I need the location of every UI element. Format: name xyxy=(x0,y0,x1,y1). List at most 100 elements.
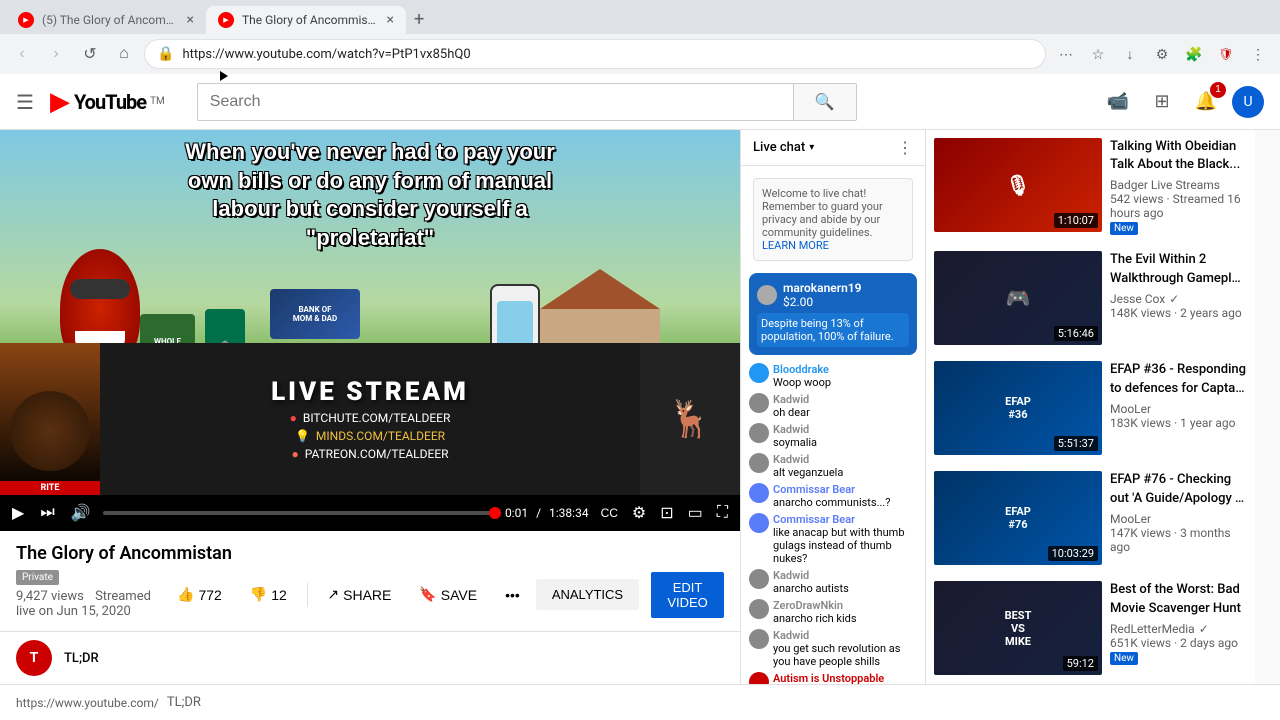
address-bar[interactable]: 🔒 https://www.youtube.com/watch?v=PtP1vx… xyxy=(144,39,1046,69)
action-separator xyxy=(307,583,308,607)
chat-msg-blooddrake: Blooddrake Woop woop xyxy=(749,363,917,389)
user-avatar[interactable]: U xyxy=(1232,86,1264,118)
rec-info-4: EFAP #76 - Checking out 'A Guide/Apology… xyxy=(1110,471,1247,565)
tab-close-1[interactable]: × xyxy=(187,12,194,28)
rec-item-2[interactable]: 5:16:46 🎮 The Evil Within 2 Walkthrough … xyxy=(926,243,1255,353)
more-tools-button[interactable]: ⋮ xyxy=(1244,40,1272,68)
rec-item-1[interactable]: 1:10:07 🎙 Talking With Obeidian Talk Abo… xyxy=(926,130,1255,243)
more-icon: ••• xyxy=(505,587,520,603)
theater-mode-button[interactable]: ▭ xyxy=(684,499,707,527)
rec-thumb-1: 1:10:07 🎙 xyxy=(934,138,1102,232)
forward-button[interactable]: › xyxy=(42,40,70,68)
rec-item-4[interactable]: 10:03:29 EFAP#76 EFAP #76 - Checking out… xyxy=(926,463,1255,573)
search-button[interactable]: 🔍 xyxy=(793,83,857,121)
msg-avatar-10 xyxy=(749,672,769,684)
msg-avatar-2 xyxy=(749,393,769,413)
video-camera-icon[interactable]: 📹 xyxy=(1100,84,1136,120)
time-current: 0:01 xyxy=(505,506,528,520)
chat-msg-content-8: ZeroDrawNkin anarcho rich kids xyxy=(773,599,857,625)
miniplayer-button[interactable]: ⊡ xyxy=(656,499,677,527)
msg-avatar-9 xyxy=(749,629,769,649)
tab-close-2[interactable]: × xyxy=(387,12,394,28)
volume-button[interactable]: 🔊 xyxy=(67,499,95,527)
chat-msg-autism1: Autism is Unstoppable Secretary of Akkad… xyxy=(749,672,917,684)
stream-banner-area: RITE LIVE STREAM ● BITCHUTE.COM/TEALDEER… xyxy=(0,343,740,495)
learn-more-link[interactable]: LEARN MORE xyxy=(762,239,829,252)
rec-new-badge-5: New xyxy=(1110,652,1138,665)
next-button[interactable]: ⏭ xyxy=(36,500,58,526)
tab-inactive[interactable]: (5) The Glory of Ancommistan × xyxy=(6,6,206,34)
content-area: When you've never had to pay your own bi… xyxy=(0,130,1280,684)
rec-title-2: The Evil Within 2 Walkthrough Gameplay P… xyxy=(1110,251,1247,287)
save-button[interactable]: 🔖 SAVE xyxy=(407,578,489,611)
toolbar-icons: ⋯ ☆ ↓ ⚙ 🧩 🛡 ⋮ xyxy=(1052,40,1272,68)
rec-item-3[interactable]: 5:51:37 EFAP#36 EFAP #36 - Responding to… xyxy=(926,353,1255,463)
adblock-icon[interactable]: 🛡 xyxy=(1212,40,1240,68)
like-button[interactable]: 👍 772 xyxy=(165,578,234,611)
rec-title-1: Talking With Obeidian Talk About the Bla… xyxy=(1110,138,1247,174)
extensions-icon[interactable]: 🧩 xyxy=(1180,40,1208,68)
bookmark-button[interactable]: ☆ xyxy=(1084,40,1112,68)
dislike-button[interactable]: 👎 12 xyxy=(238,578,299,611)
channel-avatar[interactable]: T xyxy=(16,640,52,676)
rec-title-3: EFAP #36 - Responding to defences for Ca… xyxy=(1110,361,1247,397)
settings-button[interactable]: ⚙ xyxy=(1148,40,1176,68)
stream-text-center: LIVE STREAM ● BITCHUTE.COM/TEALDEER 💡 MI… xyxy=(100,377,640,461)
chat-more-icon[interactable]: ⋮ xyxy=(897,138,913,157)
more-actions-button[interactable]: ••• xyxy=(493,579,532,611)
edit-video-button[interactable]: EDIT VIDEO xyxy=(651,572,724,618)
live-stream-label: LIVE STREAM xyxy=(271,377,469,407)
like-count: 772 xyxy=(198,587,221,603)
rec-channel-4: MooLer xyxy=(1110,512,1247,526)
chat-messages: Welcome to live chat! Remember to guard … xyxy=(741,166,925,684)
rec-views-3: 183K views · 1 year ago xyxy=(1110,416,1247,430)
rec-title-5: Best of the Worst: Bad Movie Scavenger H… xyxy=(1110,581,1247,617)
channel-name[interactable]: TL;DR xyxy=(64,651,99,666)
chat-msg-user-1: Blooddrake xyxy=(773,363,831,376)
home-button[interactable]: ⌂ xyxy=(110,40,138,68)
chat-welcome-notice: Welcome to live chat! Remember to guard … xyxy=(753,178,913,261)
share-button[interactable]: ↗ SHARE xyxy=(315,578,403,611)
chat-msg-content-7: Kadwid anarcho autists xyxy=(773,569,849,595)
notifications-icon[interactable]: 🔔 xyxy=(1188,84,1224,120)
chat-msg-content-4: Kadwid alt veganzuela xyxy=(773,453,843,479)
rec-channel-3: MooLer xyxy=(1110,402,1247,416)
video-stats-left: Private 9,427 views Streamed live on Jun… xyxy=(16,570,165,619)
tab-bar: (5) The Glory of Ancommistan × The Glory… xyxy=(0,0,1280,34)
rec-channel-1: Badger Live Streams xyxy=(1110,178,1247,192)
share-icon: ↗ xyxy=(327,586,339,603)
chat-msg-text-9: you get such revolution as you have peop… xyxy=(773,642,917,668)
url-text: https://www.youtube.com/watch?v=PtP1vx85… xyxy=(182,47,1033,62)
video-player[interactable]: When you've never had to pay your own bi… xyxy=(0,130,740,531)
rec-item-5[interactable]: 59:12 BESTVSMIKE Best of the Worst: Bad … xyxy=(926,573,1255,683)
hamburger-menu-icon[interactable]: ☰ xyxy=(16,90,34,114)
chat-msg-user-6: Commissar Bear xyxy=(773,513,917,526)
superchat-message: marokanern19 $2.00 Despite being 13% of … xyxy=(749,273,917,355)
streamer-thumbnail: RITE xyxy=(0,343,100,495)
chat-msg-user-9: Kadwid xyxy=(773,629,917,642)
chat-dropdown-icon: ▾ xyxy=(809,142,814,153)
analytics-button[interactable]: ANALYTICS xyxy=(536,579,639,610)
back-button[interactable]: ‹ xyxy=(8,40,36,68)
apps-icon[interactable]: ⊞ xyxy=(1144,84,1180,120)
reload-button[interactable]: ↺ xyxy=(76,40,104,68)
fullscreen-button[interactable]: ⛶ xyxy=(713,500,732,526)
search-input[interactable] xyxy=(197,83,793,121)
progress-dot xyxy=(489,507,501,519)
download-button[interactable]: ↓ xyxy=(1116,40,1144,68)
dislike-count: 12 xyxy=(271,587,287,603)
browser-chrome: (5) The Glory of Ancommistan × The Glory… xyxy=(0,0,1280,74)
superchat-text: Despite being 13% of population, 100% of… xyxy=(757,313,909,347)
chat-header: Live chat ▾ ⋮ xyxy=(741,130,925,166)
youtube-logo[interactable]: ▶ YouTubeTM xyxy=(50,87,165,117)
tab-active[interactable]: The Glory of Ancommistan × xyxy=(206,6,406,34)
extensions-button[interactable]: ⋯ xyxy=(1052,40,1080,68)
chat-msg-user-4: Kadwid xyxy=(773,453,843,466)
play-button[interactable]: ▶ xyxy=(8,499,28,527)
new-tab-button[interactable]: + xyxy=(406,5,432,34)
youtube-logo-sup: TM xyxy=(150,96,165,107)
subtitles-button[interactable]: CC xyxy=(597,502,622,524)
minds-icon: 💡 xyxy=(295,429,310,443)
progress-bar[interactable] xyxy=(103,511,497,515)
settings-icon[interactable]: ⚙ xyxy=(628,499,650,527)
